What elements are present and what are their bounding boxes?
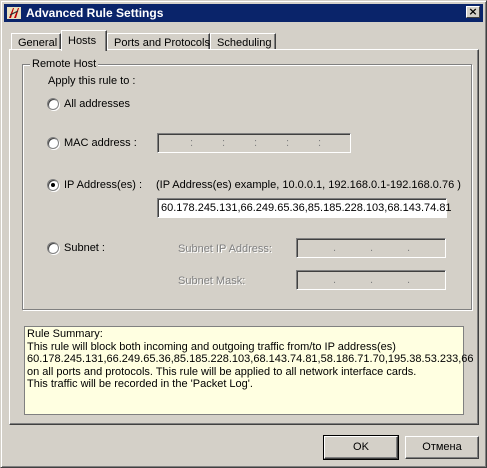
all-addresses-radio[interactable]: [47, 98, 59, 110]
ip-addresses-input[interactable]: 60.178.245.131,66.249.65.36,85.185.228.1…: [157, 198, 452, 218]
cancel-button[interactable]: Отмена: [405, 436, 479, 459]
mac-separator: :: [190, 137, 194, 149]
tab-hosts[interactable]: Hosts: [61, 30, 107, 51]
ip-dot: .: [407, 242, 411, 254]
rule-summary-box: Rule Summary: This rule will block both …: [24, 326, 474, 415]
mac-address-label[interactable]: MAC address :: [64, 137, 137, 149]
cancel-button-label: Отмена: [422, 441, 462, 453]
firewall-app-icon: [7, 7, 21, 19]
ip-dot: .: [333, 274, 337, 286]
summary-text-line: This traffic will be recorded in the 'Pa…: [27, 378, 253, 390]
mac-separator: :: [318, 137, 322, 149]
mac-address-field[interactable]: : : : : :: [157, 133, 351, 153]
ok-button[interactable]: OK: [323, 435, 399, 460]
ip-addresses-label[interactable]: IP Address(es) :: [64, 179, 142, 191]
subnet-mask-label: Subnet Mask:: [178, 275, 246, 287]
window-title: Advanced Rule Settings: [26, 6, 164, 20]
ip-dot: .: [333, 242, 337, 254]
apply-rule-label: Apply this rule to :: [48, 75, 136, 87]
tab-hosts-label: Hosts: [68, 35, 97, 47]
subnet-radio[interactable]: [47, 242, 59, 254]
summary-text-line: on all ports and protocols. This rule wi…: [27, 365, 417, 378]
close-icon: ×: [468, 5, 478, 18]
dialog-window: Advanced Rule Settings × General Hosts P…: [0, 0, 487, 468]
ip-dot: .: [370, 242, 374, 254]
ip-dot: .: [407, 274, 411, 286]
summary-text-line: 60.178.245.131,66.249.65.36,85.185.228.1…: [27, 353, 474, 365]
tab-general-label: General: [18, 37, 58, 49]
summary-heading: Rule Summary:: [27, 328, 103, 340]
ip-addresses-value: 60.178.245.131,66.249.65.36,85.185.228.1…: [161, 202, 452, 214]
ip-dot: .: [370, 274, 374, 286]
ip-example-text: (IP Address(es) example, 10.0.0.1, 192.1…: [156, 179, 461, 191]
subnet-mask-field[interactable]: . . .: [296, 270, 446, 290]
hosts-tab-panel: Remote Host Apply this rule to : All add…: [9, 49, 479, 425]
mac-address-radio[interactable]: [47, 137, 59, 149]
ok-button-label: OK: [353, 441, 369, 453]
title-bar[interactable]: Advanced Rule Settings ×: [4, 4, 483, 22]
subnet-ip-field[interactable]: . . .: [296, 238, 446, 258]
ip-addresses-radio[interactable]: [47, 179, 59, 191]
remote-host-group-label: Remote Host: [30, 58, 99, 70]
all-addresses-label[interactable]: All addresses: [64, 98, 130, 110]
subnet-label[interactable]: Subnet :: [64, 242, 105, 254]
subnet-ip-label: Subnet IP Address:: [178, 243, 272, 255]
close-button[interactable]: ×: [466, 6, 480, 18]
tab-scheduling-label: Scheduling: [217, 37, 272, 49]
mac-separator: :: [286, 137, 290, 149]
mac-separator: :: [222, 137, 226, 149]
tab-ports-label: Ports and Protocols: [114, 37, 210, 49]
mac-separator: :: [254, 137, 258, 149]
summary-text-line: This rule will block both incoming and o…: [27, 340, 396, 353]
